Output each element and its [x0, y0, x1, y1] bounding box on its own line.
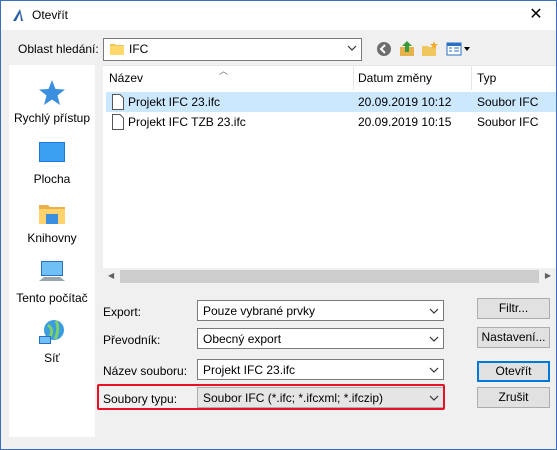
- open-dialog: Otevřít ✕ Oblast hledání: IFC Rychlý pří…: [0, 0, 557, 450]
- look-in-label: Oblast hledání:: [18, 42, 99, 56]
- column-header-date[interactable]: Datum změny: [358, 66, 432, 90]
- cancel-button[interactable]: Zrušit: [477, 387, 550, 408]
- file-type: Soubor IFC: [477, 115, 539, 129]
- export-value: Pouze vybrané prvky: [203, 304, 316, 318]
- converter-value: Obecný export: [203, 332, 282, 346]
- file-name: Projekt IFC TZB 23.ifc: [128, 115, 246, 129]
- up-folder-icon[interactable]: [398, 40, 416, 58]
- open-button[interactable]: Otevřít: [477, 361, 550, 382]
- place-label: Knihovny: [27, 231, 77, 245]
- settings-button[interactable]: Nastavení...: [477, 327, 550, 348]
- column-divider[interactable]: [471, 66, 472, 90]
- place-label: Tento počítač: [16, 291, 88, 305]
- look-in-combo[interactable]: IFC: [103, 38, 362, 61]
- file-list[interactable]: ︿ Název Datum změny Typ Projekt IFC 23.i…: [103, 65, 556, 285]
- place-quick-access[interactable]: Rychlý přístup: [9, 77, 95, 125]
- column-header-name[interactable]: Název: [109, 66, 143, 90]
- sort-ascending-icon: ︿: [219, 66, 229, 76]
- computer-icon: [39, 261, 65, 281]
- file-date: 20.09.2019 10:12: [358, 95, 452, 109]
- place-desktop[interactable]: Plocha: [9, 138, 95, 186]
- file-icon: [112, 94, 124, 110]
- file-type: Soubor IFC: [477, 95, 539, 109]
- folder-icon: [110, 44, 124, 55]
- filename-field[interactable]: Projekt IFC 23.ifc: [197, 359, 444, 380]
- network-icon: [39, 320, 64, 344]
- place-label: Rychlý přístup: [13, 111, 91, 125]
- export-select[interactable]: Pouze vybrané prvky: [197, 300, 444, 321]
- file-icon: [112, 114, 124, 130]
- file-row[interactable]: Projekt IFC 23.ifc 20.09.2019 10:12 Soub…: [106, 92, 556, 112]
- place-label: Plocha: [33, 172, 71, 186]
- back-icon[interactable]: [375, 40, 393, 58]
- libraries-icon: [39, 205, 65, 224]
- new-folder-icon[interactable]: [421, 40, 439, 58]
- app-icon: [13, 9, 23, 21]
- desktop-icon: [39, 142, 65, 162]
- view-menu-icon[interactable]: [446, 40, 472, 58]
- converter-label: Převodník:: [103, 333, 161, 347]
- place-label: Síť: [44, 351, 60, 365]
- horizontal-scrollbar[interactable]: ◀ ▶: [103, 268, 556, 285]
- chevron-down-icon: [429, 308, 439, 314]
- filename-label: Název souboru:: [103, 364, 188, 378]
- column-header-type[interactable]: Typ: [477, 66, 496, 90]
- title-bar: Otevřít ✕: [1, 1, 556, 30]
- scrollbar-thumb[interactable]: [120, 270, 539, 283]
- export-label: Export:: [103, 305, 142, 319]
- file-date: 20.09.2019 10:15: [358, 115, 452, 129]
- chevron-down-icon[interactable]: [429, 365, 439, 375]
- scroll-left-icon[interactable]: ◀: [108, 271, 114, 280]
- look-in-value: IFC: [129, 42, 149, 56]
- column-divider[interactable]: [353, 66, 354, 90]
- scroll-right-icon[interactable]: ▶: [545, 271, 551, 280]
- highlight-box: [97, 384, 445, 410]
- close-icon[interactable]: ✕: [526, 5, 546, 25]
- place-this-pc[interactable]: Tento počítač: [9, 257, 95, 305]
- star-icon: [39, 80, 65, 105]
- chevron-down-icon: [347, 45, 357, 51]
- file-row[interactable]: Projekt IFC TZB 23.ifc 20.09.2019 10:15 …: [106, 112, 556, 132]
- filter-button[interactable]: Filtr...: [477, 298, 550, 319]
- places-bar: Rychlý přístup Plocha Knihovny Tento poč…: [9, 65, 95, 437]
- filename-value: Projekt IFC 23.ifc: [203, 363, 296, 377]
- place-network[interactable]: Síť: [9, 317, 95, 365]
- place-libraries[interactable]: Knihovny: [9, 197, 95, 245]
- file-name: Projekt IFC 23.ifc: [128, 95, 221, 109]
- converter-select[interactable]: Obecný export: [197, 328, 444, 349]
- chevron-down-icon: [429, 336, 439, 342]
- window-title: Otevřít: [32, 8, 69, 22]
